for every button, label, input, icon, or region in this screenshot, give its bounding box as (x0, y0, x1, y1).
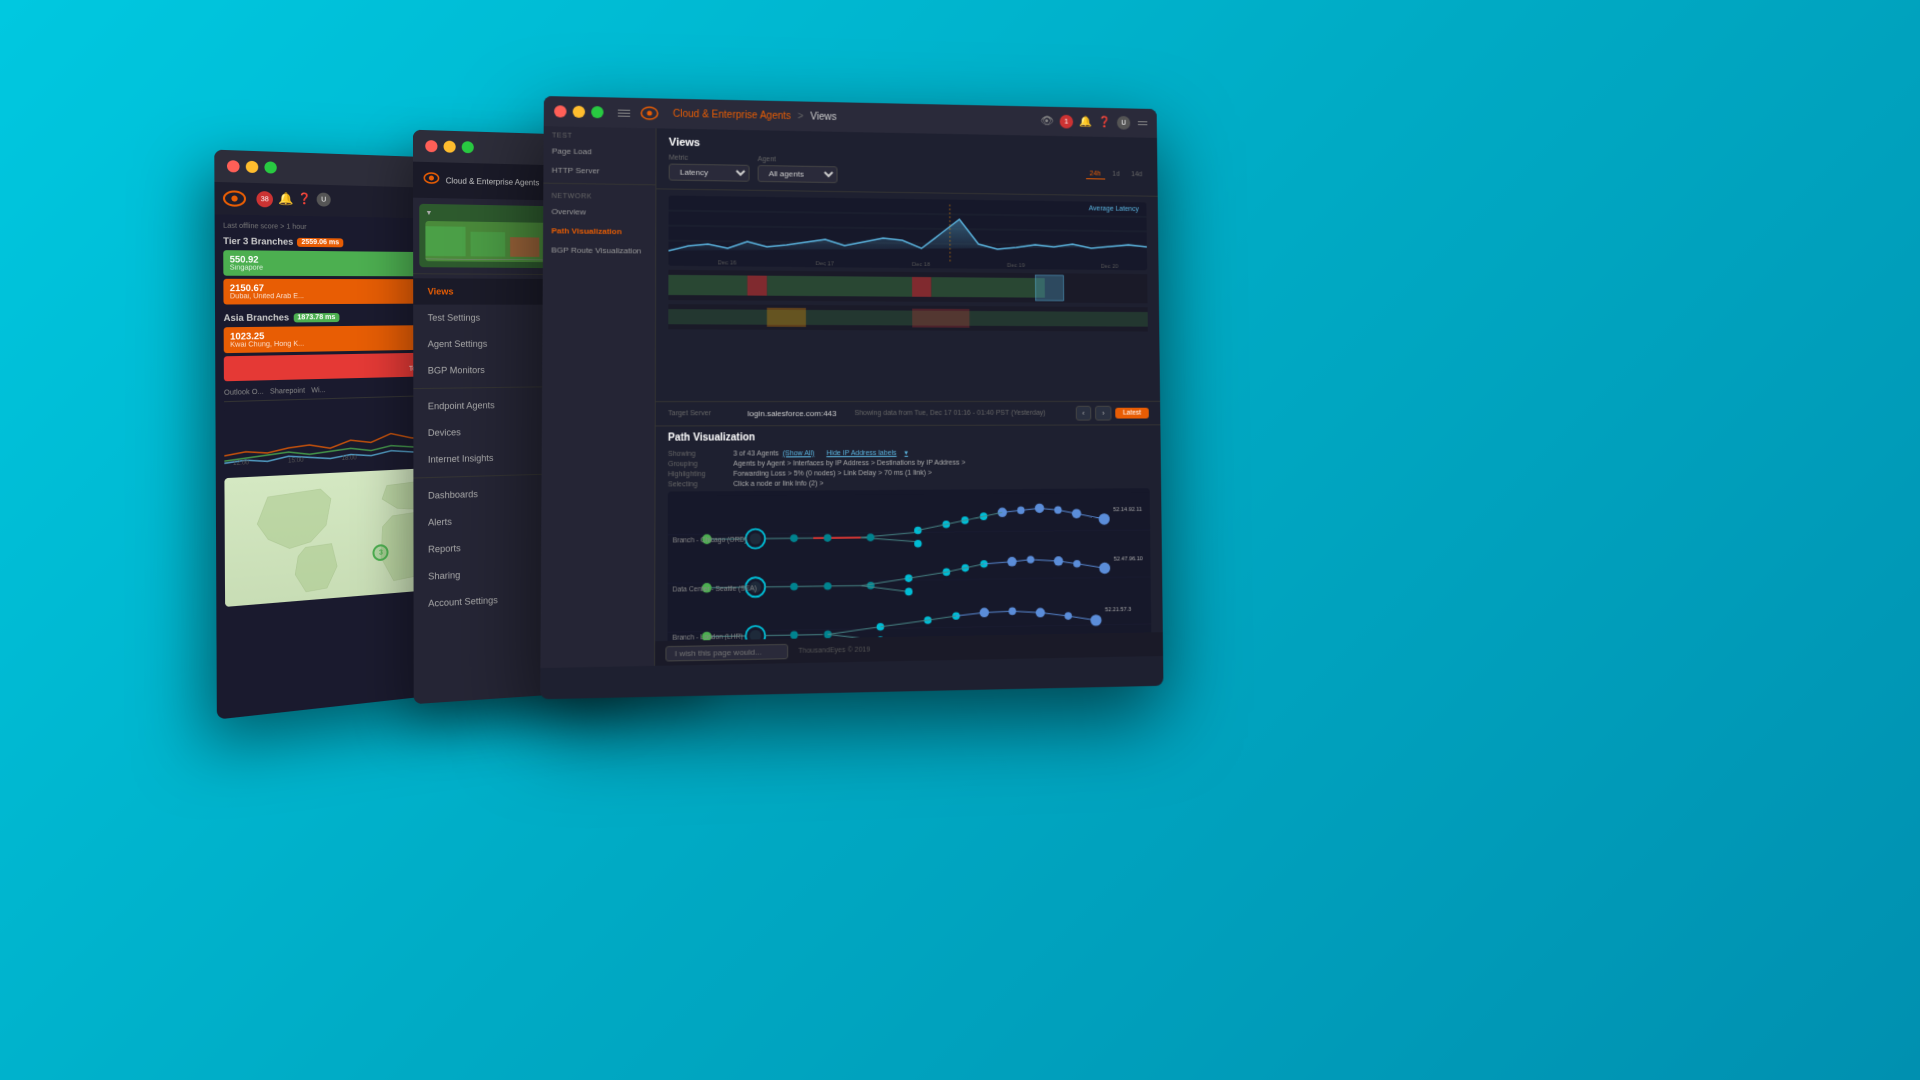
hide-labels-link[interactable]: Hide IP Address labels (826, 449, 896, 456)
tl-green-2[interactable] (462, 141, 474, 153)
bell-icon-topbar[interactable]: 🔔 (1079, 115, 1093, 129)
bell-icon[interactable]: 🔔 (278, 192, 292, 206)
svg-text:Branch - Chicago (ORD): Branch - Chicago (ORD) (673, 537, 747, 545)
metric-label: Metric (669, 155, 750, 163)
svg-text:52.14.92.11: 52.14.92.11 (1113, 507, 1142, 513)
tl-yellow-2[interactable] (444, 141, 456, 153)
selecting-value: Click a node or link Info (2) > (733, 480, 823, 488)
svg-text:52.47.96.10: 52.47.96.10 (1114, 556, 1143, 562)
svg-text:Dec 20: Dec 20 (1101, 264, 1119, 270)
breadcrumb: Cloud & Enterprise Agents > Views (673, 108, 837, 122)
tl-green-1[interactable] (264, 161, 276, 173)
user-avatar-w3[interactable]: U (1117, 116, 1130, 130)
time-tabs: 24h 1d 14d (1086, 169, 1146, 180)
latency-chart: Average Latency (668, 196, 1147, 271)
branch-cell-hk[interactable]: 1023.25 Kwai Chung, Hong K... (224, 325, 427, 353)
path-controls: Showing 3 of 43 Agents (Show All) Hide I… (668, 448, 1150, 489)
svg-text:Dec 18: Dec 18 (912, 262, 931, 268)
svg-text:Dec 19: Dec 19 (1007, 263, 1026, 269)
sidebar-overview[interactable]: Overview (543, 202, 655, 223)
tier3-badge: 2559.06 ms (297, 237, 343, 246)
highlighting-label: Highlighting (668, 471, 729, 478)
tl-red-3[interactable] (554, 105, 566, 117)
hamburger-icon[interactable] (618, 109, 630, 116)
svg-text:52.21.57.3: 52.21.57.3 (1105, 607, 1131, 613)
show-all-link[interactable]: (Show All) (783, 450, 815, 457)
path-viz-section: Path Visualization Showing 3 of 43 Agent… (655, 425, 1163, 641)
showing-data-text: Showing data from Tue, Dec 17 01:16 - 01… (855, 410, 1046, 417)
user-avatar-w1[interactable]: U (317, 193, 331, 207)
views-header: Views Metric Latency Agent All agents (656, 128, 1157, 196)
target-info: Target Server login.salesforce.com:443 S… (656, 401, 1161, 427)
chart-section: Average Latency (656, 189, 1160, 401)
path-viz-title: Path Visualization (668, 431, 1149, 443)
timeline-chart (668, 270, 1147, 303)
tl-green-3[interactable] (591, 106, 603, 118)
chart-label: Average Latency (1089, 205, 1139, 212)
tab-wi[interactable]: Wi... (311, 387, 325, 395)
sidebar-page-load[interactable]: Page Load (544, 141, 656, 162)
tier3-title: Tier 3 Branches (223, 236, 293, 247)
agent-label: Agent (758, 156, 838, 164)
window-main: Cloud & Enterprise Agents > Views 👁 1 🔔 … (540, 96, 1163, 699)
highlighting-value: Forwarding Loss > 5% (0 nodes) > Link De… (733, 470, 931, 478)
eye-icon-topbar[interactable]: 👁 (1040, 114, 1054, 128)
w3-main-content: Views Metric Latency Agent All agents (655, 128, 1163, 666)
svg-text:Data Center - Seattle (SEA): Data Center - Seattle (SEA) (673, 585, 757, 593)
w3-sidebar: TEST Page Load HTTP Server NETWORK Overv… (540, 126, 656, 668)
branch-cell-dubai[interactable]: 2150.67 Dubai, United Arab E... (223, 279, 426, 305)
tl-red-2[interactable] (425, 140, 437, 152)
alert-count-topbar[interactable]: 1 (1060, 115, 1074, 129)
path-diagram: 52.14.92.11 Branch - Chicago (ORD) (667, 488, 1151, 641)
svg-text:Dec 16: Dec 16 (718, 260, 737, 266)
grouping-value: Agents by Agent > Interfaces by IP Addre… (733, 460, 965, 468)
svg-text:Dec 17: Dec 17 (816, 261, 834, 267)
asia-badge: 1873.78 ms (293, 313, 339, 322)
feedback-input[interactable] (665, 643, 788, 661)
target-server-label: Target Server (668, 410, 739, 417)
branch-cell-sg[interactable]: 550.92 Singapore (223, 250, 425, 276)
tl-yellow-1[interactable] (246, 161, 259, 173)
agent-select[interactable]: All agents (758, 165, 838, 183)
main-layout: TEST Page Load HTTP Server NETWORK Overv… (540, 126, 1163, 668)
next-button[interactable]: › (1095, 406, 1111, 421)
route-chart (668, 304, 1148, 331)
help-icon-topbar[interactable]: ❓ (1098, 116, 1111, 130)
labels-chevron[interactable]: ▾ (904, 449, 908, 457)
alert-badge[interactable]: 38 (256, 191, 273, 207)
tab-sharepoint[interactable]: Sharepoint (270, 388, 305, 396)
prev-button[interactable]: ‹ (1075, 406, 1091, 421)
tl-yellow-3[interactable] (573, 106, 585, 118)
latest-button[interactable]: Latest (1115, 408, 1149, 419)
menu-icon-topbar[interactable] (1138, 121, 1148, 125)
sidebar-brand: Cloud & Enterprise Agents (446, 176, 540, 187)
views-title-text: Views (669, 137, 700, 150)
tl-red-1[interactable] (227, 160, 240, 172)
target-server-value: login.salesforce.com:443 (748, 409, 837, 418)
showing-value: 3 of 43 Agents (733, 450, 778, 457)
metric-select[interactable]: Latency (669, 164, 750, 182)
tab-outlook[interactable]: Outlook O... (224, 389, 264, 397)
grouping-label: Grouping (668, 461, 729, 468)
sidebar-bgp-route[interactable]: BGP Route Visualization (543, 240, 655, 260)
asia-title: Asia Branches (224, 312, 290, 323)
selecting-label: Selecting (668, 481, 729, 489)
tab-14d[interactable]: 14d (1127, 170, 1146, 180)
footer-copyright: ThousandEyes © 2019 (798, 646, 870, 654)
sidebar-http-server[interactable]: HTTP Server (543, 160, 655, 181)
sidebar-path-viz[interactable]: Path Visualization (543, 221, 655, 241)
tab-24h[interactable]: 24h (1086, 169, 1105, 179)
tab-1d[interactable]: 1d (1108, 170, 1123, 180)
showing-label: Showing (668, 450, 729, 457)
help-icon[interactable]: ❓ (297, 192, 311, 206)
views-filters: Metric Latency Agent All agents 24h (669, 155, 1147, 188)
section-title-network: NETWORK (543, 187, 655, 204)
